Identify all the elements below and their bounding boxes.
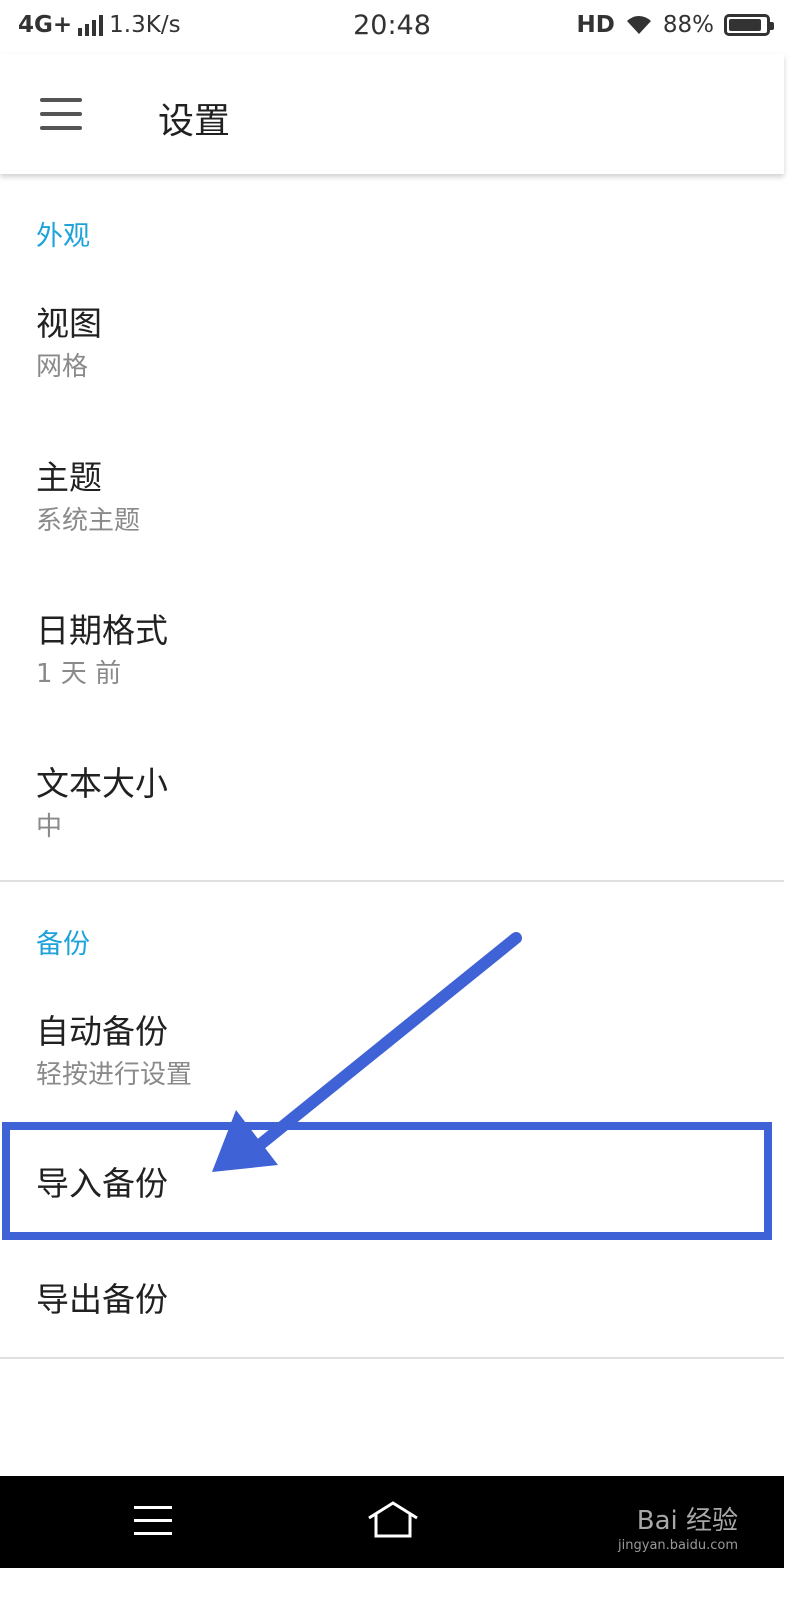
setting-title: 导出备份 (36, 1280, 168, 1319)
setting-subtitle: 轻按进行设置 (36, 1060, 193, 1091)
setting-subtitle: 中 (36, 812, 63, 843)
battery-level (729, 19, 761, 31)
battery-percent: 88% (662, 12, 714, 38)
setting-title: 主题 (36, 458, 102, 497)
section-header-backup: 备份 (36, 929, 90, 960)
section-header-appearance: 外观 (36, 221, 90, 252)
battery-icon (724, 14, 774, 36)
status-right: HD 88% (576, 12, 774, 38)
watermark-url: jingyan.baidu.com (618, 1538, 738, 1553)
status-bar: 4G+ 1.3K/s 20:48 HD 88% (0, 0, 784, 54)
setting-item-theme[interactable]: 主题 系统主题 (36, 458, 141, 537)
app-bar: 设置 (0, 54, 784, 174)
setting-title: 日期格式 (36, 611, 168, 650)
setting-item-auto-backup[interactable]: 自动备份 轻按进行设置 (36, 1012, 193, 1091)
setting-item-text-size[interactable]: 文本大小 中 (36, 764, 168, 843)
home-icon[interactable] (366, 1500, 420, 1540)
wifi-icon (626, 16, 651, 34)
setting-title: 自动备份 (36, 1012, 168, 1051)
hd-indicator: HD (576, 12, 615, 38)
setting-subtitle: 系统主题 (36, 506, 141, 537)
setting-title: 视图 (36, 304, 102, 343)
section-divider (0, 1357, 784, 1359)
highlight-box (2, 1122, 772, 1240)
nav-bar: Bai 经验 jingyan.baidu.com (0, 1476, 784, 1568)
section-divider (0, 880, 784, 882)
watermark-logo: Bai 经验 (636, 1506, 738, 1536)
recents-menu-icon[interactable] (134, 1506, 172, 1536)
setting-item-view[interactable]: 视图 网格 (36, 304, 102, 383)
page-title: 设置 (158, 101, 231, 142)
hamburger-menu-icon[interactable] (40, 98, 82, 130)
setting-subtitle: 1 天 前 (36, 659, 122, 690)
setting-subtitle: 网格 (36, 352, 89, 383)
setting-title: 文本大小 (36, 764, 168, 803)
setting-item-date-format[interactable]: 日期格式 1 天 前 (36, 611, 168, 690)
setting-item-export-backup[interactable]: 导出备份 (36, 1280, 168, 1319)
